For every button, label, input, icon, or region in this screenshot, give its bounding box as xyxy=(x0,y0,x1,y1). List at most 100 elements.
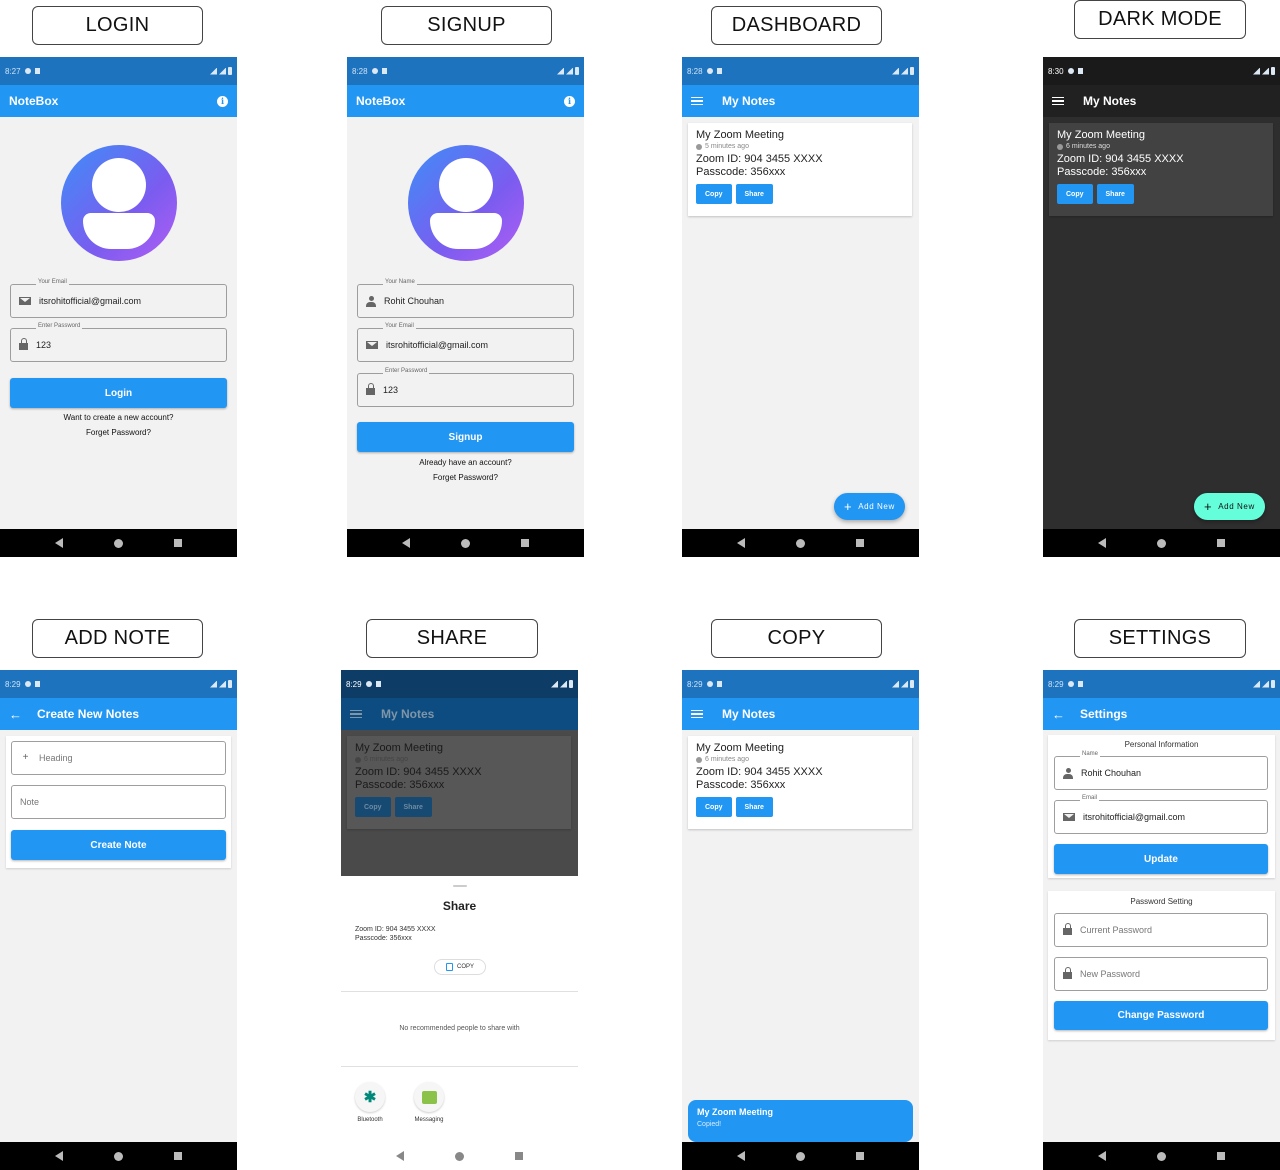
battery-icon xyxy=(569,680,573,688)
dark-dashboard-screen: 8:30 My Notes My Zoom Meeting 6 minutes … xyxy=(1043,57,1280,557)
signal-icon xyxy=(901,680,908,688)
email-field-label: Your Email xyxy=(36,279,69,285)
note-card: My Zoom Meeting 6 minutes ago Zoom ID: 9… xyxy=(347,736,571,829)
wifi-icon xyxy=(551,680,558,688)
recents-nav-icon[interactable] xyxy=(173,1152,182,1160)
battery-icon xyxy=(575,67,579,75)
change-password-button[interactable]: Change Password xyxy=(1054,1001,1268,1030)
home-nav-icon[interactable] xyxy=(795,1151,805,1161)
back-arrow-icon[interactable]: ← xyxy=(1052,707,1065,722)
back-nav-icon[interactable] xyxy=(55,1151,64,1161)
lock-icon xyxy=(366,383,375,395)
clock-icon xyxy=(696,756,702,763)
home-nav-icon[interactable] xyxy=(454,1151,464,1161)
add-new-fab[interactable]: + Add New xyxy=(1194,493,1265,520)
copy-button[interactable]: Copy xyxy=(696,184,732,204)
home-nav-icon[interactable] xyxy=(460,538,470,548)
back-nav-icon[interactable] xyxy=(55,538,64,548)
create-note-button[interactable]: Create Note xyxy=(11,830,226,860)
email-field[interactable]: Email itsrohitofficial@gmail.com xyxy=(1054,795,1268,834)
new-password-field[interactable]: New Password xyxy=(1054,957,1268,991)
recents-nav-icon[interactable] xyxy=(173,539,182,547)
note-time: 6 minutes ago xyxy=(1057,143,1265,150)
password-field[interactable]: Enter Password 123 xyxy=(10,323,227,362)
person-icon xyxy=(366,295,376,307)
note-card[interactable]: My Zoom Meeting 6 minutes ago Zoom ID: 9… xyxy=(688,736,912,829)
back-nav-icon[interactable] xyxy=(737,538,746,548)
forget-password-link[interactable]: Forget Password? xyxy=(0,428,237,437)
bluetooth-icon[interactable]: ✱ xyxy=(355,1082,385,1112)
info-icon[interactable]: i xyxy=(217,95,228,107)
page-title: Settings xyxy=(1080,707,1128,721)
note-card[interactable]: My Zoom Meeting 6 minutes ago Zoom ID: 9… xyxy=(1049,123,1273,216)
sim-icon xyxy=(34,681,40,687)
share-button[interactable]: Share xyxy=(735,184,773,204)
add-new-label: Add New xyxy=(858,502,895,511)
note-input[interactable]: Note xyxy=(11,785,226,819)
menu-icon[interactable] xyxy=(1052,96,1064,106)
sim-icon xyxy=(375,681,381,687)
drag-handle[interactable] xyxy=(453,885,467,887)
recents-nav-icon[interactable] xyxy=(855,539,864,547)
login-button[interactable]: Login xyxy=(10,378,227,408)
have-account-link[interactable]: Already have an account? xyxy=(347,458,584,467)
battery-icon xyxy=(1271,680,1275,688)
recents-nav-icon[interactable] xyxy=(1216,1152,1225,1160)
share-button[interactable]: Share xyxy=(735,797,773,817)
no-recommended-text: No recommended people to share with xyxy=(399,1025,520,1032)
signup-button[interactable]: Signup xyxy=(357,422,574,452)
copy-button[interactable]: Copy xyxy=(696,797,732,817)
share-sheet-title: Share xyxy=(442,899,477,913)
nav-bar xyxy=(682,1142,919,1170)
status-bar: 8:29 xyxy=(341,670,578,698)
add-new-fab[interactable]: + Add New xyxy=(834,493,905,520)
copy-chip[interactable]: COPY xyxy=(434,959,486,975)
mail-icon xyxy=(366,341,378,349)
password-field[interactable]: Enter Password 123 xyxy=(357,368,574,407)
email-field[interactable]: Your Email itsrohitofficial@gmail.com xyxy=(10,279,227,318)
name-field[interactable]: Your Name Rohit Chouhan xyxy=(357,279,574,318)
note-card[interactable]: My Zoom Meeting 5 minutes ago Zoom ID: 9… xyxy=(688,123,912,216)
login-screen: 8:27 NoteBox i Your Email itsrohitoffici… xyxy=(0,57,237,557)
create-account-link[interactable]: Want to create a new account? xyxy=(0,413,237,422)
share-button[interactable]: Share xyxy=(1096,184,1134,204)
status-time: 8:29 xyxy=(1048,679,1064,689)
battery-icon xyxy=(910,67,914,75)
current-password-field[interactable]: Current Password xyxy=(1054,913,1268,947)
home-nav-icon[interactable] xyxy=(795,538,805,548)
email-field[interactable]: Your Email itsrohitofficial@gmail.com xyxy=(357,323,574,362)
email-value: itsrohitofficial@gmail.com xyxy=(386,340,489,350)
back-nav-icon[interactable] xyxy=(396,1151,405,1161)
copy-button[interactable]: Copy xyxy=(1057,184,1093,204)
status-icon xyxy=(1067,681,1074,687)
status-time: 8:28 xyxy=(687,66,703,76)
recents-nav-icon[interactable] xyxy=(520,539,529,547)
messaging-icon[interactable] xyxy=(414,1082,444,1112)
back-nav-icon[interactable] xyxy=(402,538,411,548)
home-nav-icon[interactable] xyxy=(113,538,123,548)
app-bar: NoteBox i xyxy=(347,85,584,117)
recents-nav-icon[interactable] xyxy=(855,1152,864,1160)
recents-nav-icon[interactable] xyxy=(514,1152,523,1160)
wifi-icon xyxy=(1253,680,1260,688)
home-nav-icon[interactable] xyxy=(1156,538,1166,548)
back-nav-icon[interactable] xyxy=(1098,538,1107,548)
menu-icon[interactable] xyxy=(691,96,703,106)
info-icon[interactable]: i xyxy=(564,95,575,107)
menu-icon[interactable] xyxy=(691,709,703,719)
name-field[interactable]: Name Rohit Chouhan xyxy=(1054,751,1268,790)
home-nav-icon[interactable] xyxy=(1156,1151,1166,1161)
copy-icon xyxy=(445,963,453,971)
back-nav-icon[interactable] xyxy=(737,1151,746,1161)
recents-nav-icon[interactable] xyxy=(1216,539,1225,547)
forget-password-link[interactable]: Forget Password? xyxy=(347,473,584,482)
mail-icon xyxy=(19,297,31,305)
heading-input[interactable]: + Heading xyxy=(11,741,226,775)
home-nav-icon[interactable] xyxy=(113,1151,123,1161)
wifi-icon xyxy=(557,67,564,75)
label-settings: SETTINGS xyxy=(1074,619,1246,658)
update-button[interactable]: Update xyxy=(1054,844,1268,874)
back-arrow-icon[interactable]: ← xyxy=(9,707,22,722)
back-nav-icon[interactable] xyxy=(1098,1151,1107,1161)
copy-chip-label: COPY xyxy=(456,964,474,970)
